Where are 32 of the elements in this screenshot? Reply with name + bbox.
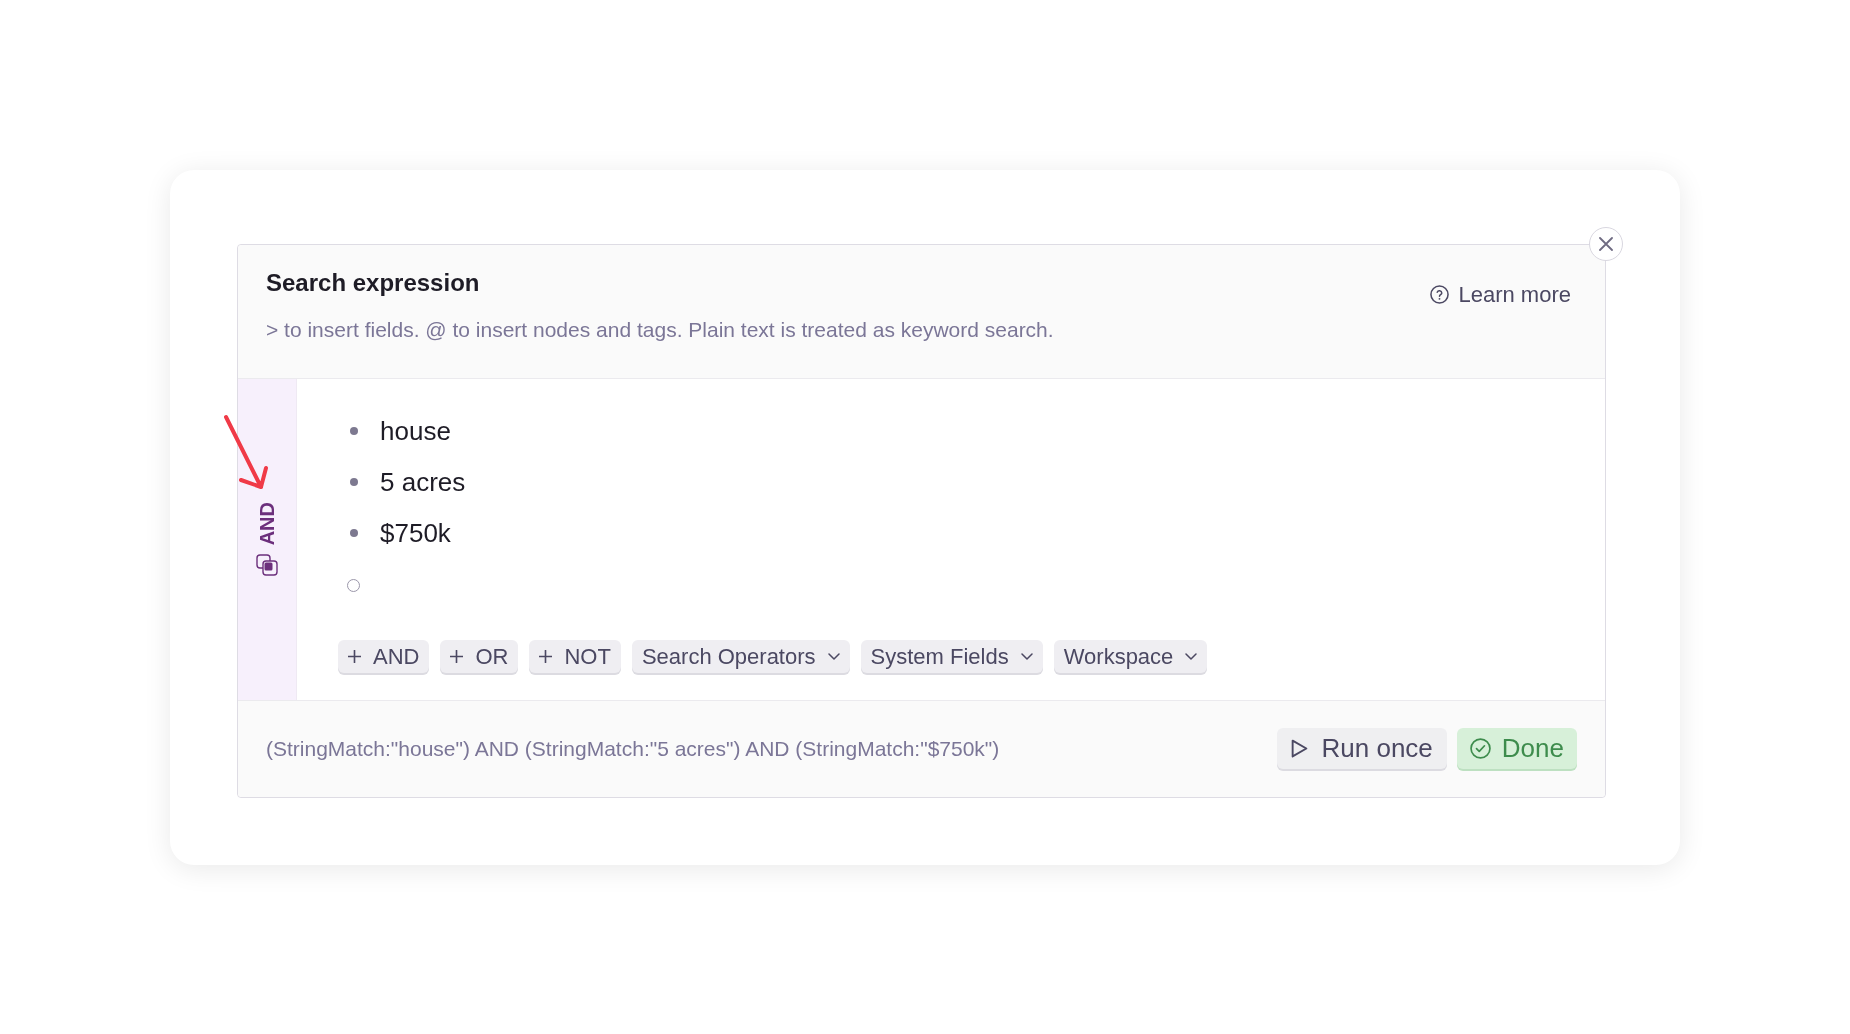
list-item-text: $750k bbox=[380, 517, 451, 550]
query-text: (StringMatch:"house") AND (StringMatch:"5 acres") AND (StringMatch:"$750k") bbox=[266, 735, 1000, 762]
close-icon bbox=[1599, 236, 1613, 251]
plus-icon bbox=[539, 649, 553, 663]
help-icon bbox=[1430, 285, 1450, 304]
add-operator-button[interactable]: NOT bbox=[529, 639, 621, 673]
learn-more-link[interactable]: Learn more bbox=[1430, 279, 1571, 310]
chevron-down-icon bbox=[1020, 652, 1033, 660]
bullet-icon bbox=[349, 529, 358, 537]
panel-title: Search expression bbox=[266, 267, 481, 298]
dropdown-button[interactable]: Search Operators bbox=[631, 639, 850, 673]
play-icon bbox=[1290, 739, 1308, 758]
list-item-text: 5 acres bbox=[380, 466, 466, 499]
check-circle-icon bbox=[1469, 738, 1491, 759]
close-button[interactable] bbox=[1589, 226, 1623, 261]
group-icon bbox=[256, 553, 278, 576]
annotation-arrow-icon bbox=[223, 412, 269, 491]
run-once-button[interactable]: Run once bbox=[1276, 728, 1447, 769]
list-item-text: house bbox=[380, 415, 451, 448]
dropdown-button[interactable]: System Fields bbox=[860, 639, 1043, 673]
empty-bullet-icon bbox=[347, 579, 360, 592]
bullet-icon bbox=[349, 427, 358, 435]
chevron-down-icon bbox=[1185, 652, 1198, 660]
operator-toggle[interactable]: AND bbox=[257, 502, 277, 546]
chevron-down-icon bbox=[827, 652, 840, 660]
plus-icon bbox=[450, 649, 464, 663]
dropdown-button[interactable]: Workspace bbox=[1053, 639, 1208, 673]
bullet-icon bbox=[349, 478, 358, 486]
add-operator-button[interactable]: AND bbox=[338, 639, 430, 673]
plus-icon bbox=[348, 649, 361, 663]
hint-text: > to insert fields. @ to insert nodes and tags. Plain text is treated as keyword search. bbox=[266, 316, 1054, 343]
add-operator-button[interactable]: OR bbox=[440, 639, 519, 673]
